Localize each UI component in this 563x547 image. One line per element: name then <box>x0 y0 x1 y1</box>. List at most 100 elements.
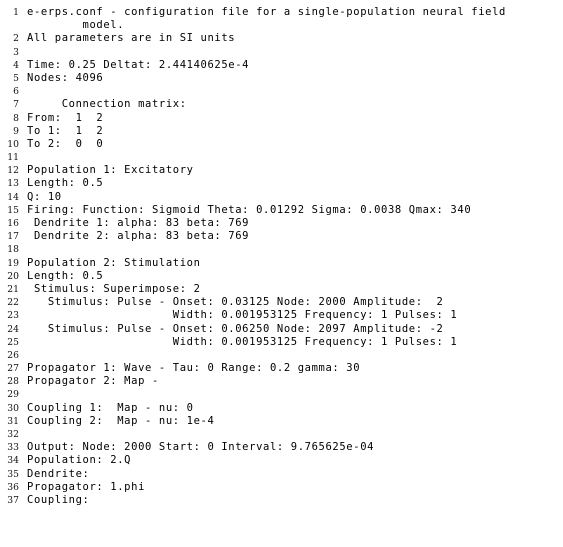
code-line: 26 <box>0 349 563 362</box>
code-line: 2 All parameters are in SI units <box>0 32 563 45</box>
line-number: 8 <box>13 112 19 124</box>
code-line: 33 Output: Node: 2000 Start: 0 Interval: … <box>0 441 563 454</box>
code-line-text: Nodes: 4096 <box>27 71 104 84</box>
line-number: 26 <box>7 349 19 361</box>
code-line-text: Connection matrix: <box>27 98 187 111</box>
line-number: 9 <box>13 125 19 137</box>
code-line-text: Time: 0.25 Deltat: 2.44140625e-4 <box>27 58 250 71</box>
code-line: 34 Population: 2.Q <box>0 454 563 467</box>
code-line-text: Length: 0.5 <box>27 269 104 282</box>
line-number: 7 <box>13 99 19 111</box>
code-line: 25 Width: 0.001953125 Frequency: 1 Pulse… <box>0 336 563 349</box>
code-line: 9 To 1: 1 2 <box>0 125 563 138</box>
code-line-text: To 2: 0 0 <box>27 137 104 150</box>
code-line-text: Q: 10 <box>27 190 62 203</box>
line-number: 15 <box>7 204 19 216</box>
code-line-text: Coupling 1: Map - nu: 0 <box>27 401 194 414</box>
code-line: 4 Time: 0.25 Deltat: 2.44140625e-4 <box>0 59 563 72</box>
code-line-text: Firing: Function: Sigmoid Theta: 0.01292… <box>27 203 472 216</box>
line-number: 11 <box>7 152 19 164</box>
code-line: 15 Firing: Function: Sigmoid Theta: 0.012… <box>0 204 563 217</box>
code-line-text: Stimulus: Superimpose: 2 <box>27 282 201 295</box>
code-line: 12 Population 1: Excitatory <box>0 164 563 177</box>
code-line: 30 Coupling 1: Map - nu: 0 <box>0 402 563 415</box>
code-line-text: From: 1 2 <box>27 111 104 124</box>
line-number: 31 <box>7 415 19 427</box>
code-line: 5 Nodes: 4096 <box>0 72 563 85</box>
line-number: 37 <box>7 494 19 506</box>
code-line: 8 From: 1 2 <box>0 112 563 125</box>
line-number: 13 <box>7 178 19 190</box>
code-line-text: model. <box>27 19 125 32</box>
code-line: 21 Stimulus: Superimpose: 2 <box>0 283 563 296</box>
code-line: 16 Dendrite 1: alpha: 83 beta: 769 <box>0 217 563 230</box>
code-line: 35 Dendrite: <box>0 468 563 481</box>
line-number: 30 <box>7 402 19 414</box>
code-line: 14 Q: 10 <box>0 191 563 204</box>
code-listing: 1 e-erps.conf - configuration file for a … <box>0 0 563 547</box>
line-number: 22 <box>7 297 19 309</box>
line-number: 35 <box>7 468 19 480</box>
code-line-text: Length: 0.5 <box>27 177 104 190</box>
line-number: 29 <box>7 389 19 401</box>
code-line: 37 Coupling: <box>0 494 563 507</box>
line-number: 10 <box>7 138 19 150</box>
code-line: 18 <box>0 243 563 256</box>
line-number: 33 <box>7 442 19 454</box>
line-number: 12 <box>7 165 19 177</box>
line-number: 18 <box>7 244 19 256</box>
code-line-text: Propagator 1: Wave - Tau: 0 Range: 0.2 g… <box>27 362 361 375</box>
code-line-text: Stimulus: Pulse - Onset: 0.06250 Node: 2… <box>27 322 444 335</box>
line-number: 4 <box>13 59 19 71</box>
line-number: 27 <box>7 363 19 375</box>
code-line-text: Output: Node: 2000 Start: 0 Interval: 9.… <box>27 441 375 454</box>
line-number: 2 <box>13 33 19 45</box>
code-line-text: Width: 0.001953125 Frequency: 1 Pulses: … <box>27 335 458 348</box>
code-line: 6 <box>0 85 563 98</box>
code-line: 36 Propagator: 1.phi <box>0 481 563 494</box>
code-line-text: Stimulus: Pulse - Onset: 0.03125 Node: 2… <box>27 296 444 309</box>
code-line: 1 e-erps.conf - configuration file for a … <box>0 6 563 19</box>
line-number: 17 <box>7 231 19 243</box>
line-number: 16 <box>7 218 19 229</box>
code-line: 20 Length: 0.5 <box>0 270 563 283</box>
code-line: 27 Propagator 1: Wave - Tau: 0 Range: 0.2… <box>0 362 563 375</box>
code-line: 31 Coupling 2: Map - nu: 1e-4 <box>0 415 563 428</box>
code-line-text: Population 1: Excitatory <box>27 164 194 177</box>
code-line: 28 Propagator 2: Map - <box>0 375 563 388</box>
code-line: 32 <box>0 428 563 441</box>
code-line-text: Propagator 2: Map - <box>27 375 159 388</box>
line-number: 34 <box>7 455 19 467</box>
code-line-text: Population: 2.Q <box>27 454 132 467</box>
code-line-text: All parameters are in SI units <box>27 32 236 45</box>
code-line-text: Dendrite 1: alpha: 83 beta: 769 <box>27 217 250 229</box>
line-number: 14 <box>7 191 19 203</box>
code-line: 23 Width: 0.001953125 Frequency: 1 Pulse… <box>0 309 563 322</box>
code-lines-container: 1 e-erps.conf - configuration file for a … <box>0 6 563 507</box>
code-line: 11 <box>0 151 563 164</box>
code-line: model. <box>0 19 563 32</box>
line-number: 1 <box>13 7 19 18</box>
code-line: 22 Stimulus: Pulse - Onset: 0.03125 Node… <box>0 296 563 309</box>
code-line-text: Dendrite: <box>27 467 90 480</box>
code-line: 17 Dendrite 2: alpha: 83 beta: 769 <box>0 230 563 243</box>
line-number: 25 <box>7 336 19 348</box>
line-number: 36 <box>7 481 19 493</box>
code-line-text: Width: 0.001953125 Frequency: 1 Pulses: … <box>27 309 458 322</box>
line-number: 6 <box>13 86 19 98</box>
code-line: 13 Length: 0.5 <box>0 177 563 190</box>
code-line: 10 To 2: 0 0 <box>0 138 563 151</box>
code-line: 19 Population 2: Stimulation <box>0 257 563 270</box>
line-number: 3 <box>13 46 19 58</box>
code-line: 3 <box>0 46 563 59</box>
code-line-text: Population 2: Stimulation <box>27 256 201 269</box>
code-line: 7 Connection matrix: <box>0 98 563 111</box>
line-number: 19 <box>7 257 19 269</box>
line-number: 5 <box>13 72 19 84</box>
code-line: 29 <box>0 388 563 401</box>
code-line: 24 Stimulus: Pulse - Onset: 0.06250 Node… <box>0 323 563 336</box>
code-line-text: Coupling 2: Map - nu: 1e-4 <box>27 414 215 427</box>
line-number: 28 <box>7 376 19 388</box>
line-number: 20 <box>7 270 19 282</box>
code-line-text: To 1: 1 2 <box>27 124 104 137</box>
